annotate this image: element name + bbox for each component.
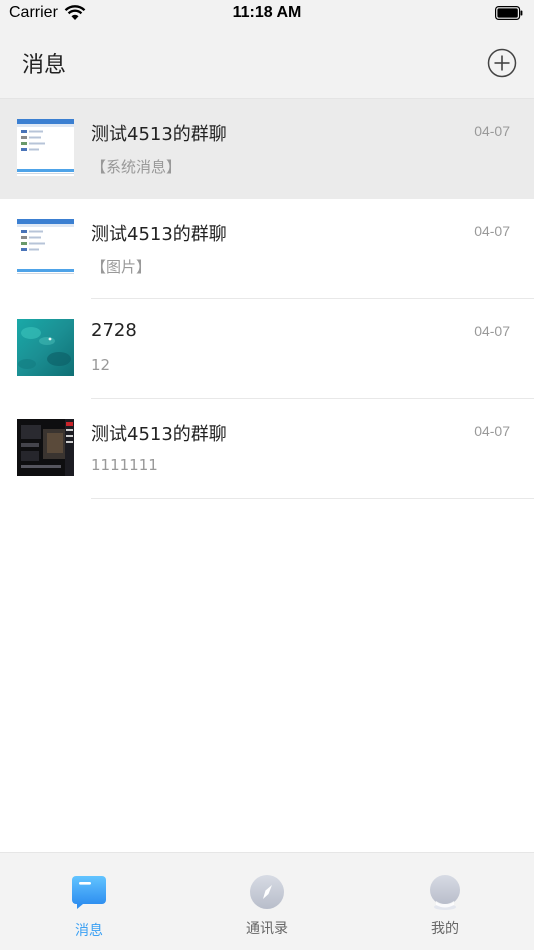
conversation-preview: 12: [91, 356, 111, 374]
tab-bar: 消息 通讯录 我的: [0, 852, 534, 950]
clock: 11:18 AM: [232, 4, 302, 21]
conversation-list: 测试4513的群聊 04-07 【系统消息】 测试4513的群聊 04-07 【…: [0, 99, 534, 499]
row-divider: [91, 498, 534, 499]
add-button[interactable]: [487, 48, 517, 78]
nav-bar: 消息: [0, 28, 534, 99]
conversation-preview: 【系统消息】: [91, 158, 182, 176]
conversation-date: 04-07: [474, 323, 510, 339]
conversation-avatar: [17, 219, 74, 276]
conversation-avatar: [17, 419, 74, 476]
compass-icon: [250, 875, 284, 909]
conversation-date: 04-07: [474, 423, 510, 439]
conversation-date: 04-07: [474, 223, 510, 239]
conversation-avatar: [17, 119, 74, 176]
conversation-name: 测试4513的群聊: [91, 224, 227, 245]
tab-label: 消息: [75, 923, 103, 939]
conversation-preview: 1111111: [91, 456, 158, 474]
conversation-preview: 【图片】: [91, 258, 152, 276]
tab-messages[interactable]: 消息: [0, 853, 178, 950]
conversation-row[interactable]: 测试4513的群聊 04-07 【图片】: [0, 199, 534, 299]
conversation-name: 测试4513的群聊: [91, 424, 227, 445]
tab-profile[interactable]: 我的: [356, 853, 534, 950]
conversation-date: 04-07: [474, 123, 510, 139]
status-bar: Carrier 11:18 AM: [0, 0, 534, 28]
conversation-row[interactable]: 2728 04-07 12: [0, 299, 534, 399]
conversation-avatar: [17, 319, 74, 376]
tab-contacts[interactable]: 通讯录: [178, 853, 356, 950]
conversation-name: 2728: [91, 320, 137, 341]
conversation-row[interactable]: 测试4513的群聊 04-07 【系统消息】: [0, 99, 534, 199]
tab-label: 我的: [431, 921, 459, 937]
conversation-row[interactable]: 测试4513的群聊 04-07 1111111: [0, 399, 534, 499]
profile-icon: [430, 875, 460, 910]
message-icon: [72, 876, 106, 909]
page-title: 消息: [22, 53, 67, 78]
tab-label: 通讯录: [246, 921, 288, 937]
battery-icon: [495, 6, 523, 20]
conversation-name: 测试4513的群聊: [91, 124, 227, 145]
